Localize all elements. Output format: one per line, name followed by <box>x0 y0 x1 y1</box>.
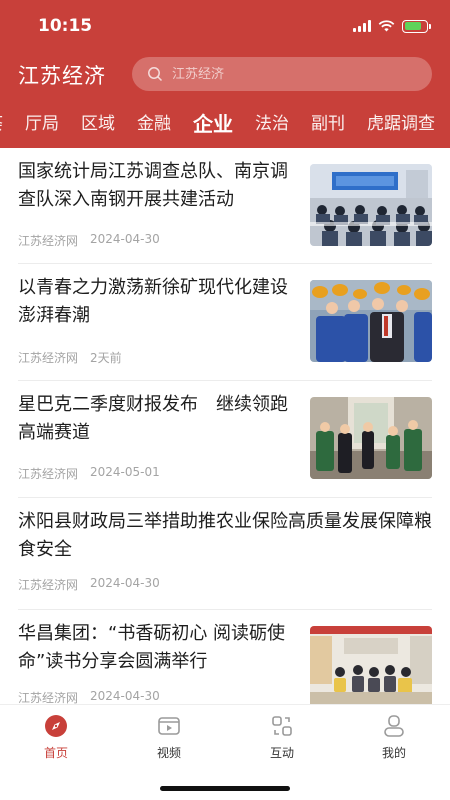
search-box[interactable] <box>132 57 432 91</box>
news-time: 2024-04-30 <box>90 689 160 703</box>
battery-level <box>404 22 422 30</box>
news-meta: 江苏经济网 2024-04-30 <box>18 689 160 704</box>
app-logo: 江苏经济 <box>18 64 106 88</box>
news-time: 2天前 <box>90 351 122 365</box>
news-title[interactable]: 国家统计局江苏调查总队、南京调查队深入南钢开展共建活动 <box>18 158 302 214</box>
tabbar-label: 视频 <box>156 746 181 760</box>
news-source: 江苏经济网 <box>18 234 79 248</box>
news-source: 江苏经济网 <box>18 578 79 592</box>
news-source: 江苏经济网 <box>18 351 79 365</box>
app-header: 10:15 江苏经济 荟 厅局 <box>0 0 450 148</box>
cellular-signal-icon <box>353 20 371 32</box>
news-feed: 国家统计局江苏调查总队、南京调查队深入南钢开展共建活动 江苏经济网 2024-0… <box>0 148 450 704</box>
news-item[interactable]: 沭阳县财政局三举措助推农业保险高质量发展保障粮食安全 江苏经济网 2024-04… <box>18 498 432 610</box>
interaction-icon <box>269 713 295 739</box>
tab-jinrong[interactable]: 金融 <box>137 104 171 144</box>
news-meta: 江苏经济网 2024-04-30 <box>18 232 160 249</box>
news-time: 2024-04-30 <box>90 232 160 246</box>
news-item[interactable]: 以青春之力激荡新徐矿现代化建设澎湃春潮 江苏经济网 2天前 <box>18 264 432 381</box>
news-thumbnail[interactable] <box>310 280 432 362</box>
status-icons <box>353 18 431 34</box>
status-bar: 10:15 <box>0 0 450 50</box>
tab-fukan[interactable]: 副刊 <box>311 104 345 144</box>
tabbar-label: 首页 <box>43 746 68 760</box>
news-item[interactable]: 星巴克二季度财报发布 继续领跑高端赛道 江苏经济网 2024-05-01 <box>18 381 432 498</box>
news-source: 江苏经济网 <box>18 691 79 704</box>
search-icon <box>146 65 164 83</box>
tab-quyu[interactable]: 区域 <box>81 104 115 144</box>
news-title[interactable]: 华昌集团：“书香砺初心 阅读砺使命”读书分享会圆满举行 <box>18 620 302 676</box>
tab-fazhi[interactable]: 法治 <box>255 104 289 144</box>
news-title[interactable]: 以青春之力激荡新徐矿现代化建设澎湃春潮 <box>18 274 302 330</box>
tabbar-label: 互动 <box>269 746 294 760</box>
news-meta: 江苏经济网 2024-04-30 <box>18 576 160 593</box>
tabbar-interaction[interactable]: 互动 <box>242 713 322 761</box>
video-icon <box>156 713 182 739</box>
news-time: 2024-04-30 <box>90 576 160 590</box>
tab-tingju[interactable]: 厅局 <box>25 104 59 144</box>
status-time: 10:15 <box>38 16 93 36</box>
news-thumbnail[interactable] <box>310 397 432 479</box>
profile-icon <box>381 713 407 739</box>
wifi-icon <box>378 20 395 32</box>
tabbar-label: 我的 <box>381 746 406 760</box>
news-title[interactable]: 沭阳县财政局三举措助推农业保险高质量发展保障粮食安全 <box>18 508 432 564</box>
search-input[interactable] <box>172 66 412 82</box>
news-meta: 江苏经济网 2天前 <box>18 349 122 366</box>
battery-icon <box>402 19 431 33</box>
tab-partial[interactable]: 荟 <box>0 104 3 144</box>
news-thumbnail[interactable] <box>310 626 432 704</box>
tabbar-home[interactable]: 首页 <box>16 713 96 761</box>
home-indicator <box>160 786 290 791</box>
news-item[interactable]: 国家统计局江苏调查总队、南京调查队深入南钢开展共建活动 江苏经济网 2024-0… <box>18 148 432 264</box>
compass-icon <box>43 713 69 739</box>
news-time: 2024-05-01 <box>90 465 160 479</box>
news-title[interactable]: 星巴克二季度财报发布 继续领跑高端赛道 <box>18 391 302 447</box>
tabbar-video[interactable]: 视频 <box>129 713 209 761</box>
channel-tabs: 荟 厅局 区域 金融 企业 法治 副刊 虎踞调查 <box>0 104 450 148</box>
tabbar-profile[interactable]: 我的 <box>354 713 434 761</box>
news-source: 江苏经济网 <box>18 467 79 481</box>
channel-tabs-row: 荟 厅局 区域 金融 企业 法治 副刊 虎踞调查 <box>0 104 435 144</box>
news-item[interactable]: 华昌集团：“书香砺初心 阅读砺使命”读书分享会圆满举行 江苏经济网 2024-0… <box>18 610 432 704</box>
tab-qiye[interactable]: 企业 <box>193 104 233 144</box>
news-thumbnail[interactable] <box>310 164 432 246</box>
news-meta: 江苏经济网 2024-05-01 <box>18 465 160 482</box>
tab-hujudiaocha[interactable]: 虎踞调查 <box>367 104 435 144</box>
